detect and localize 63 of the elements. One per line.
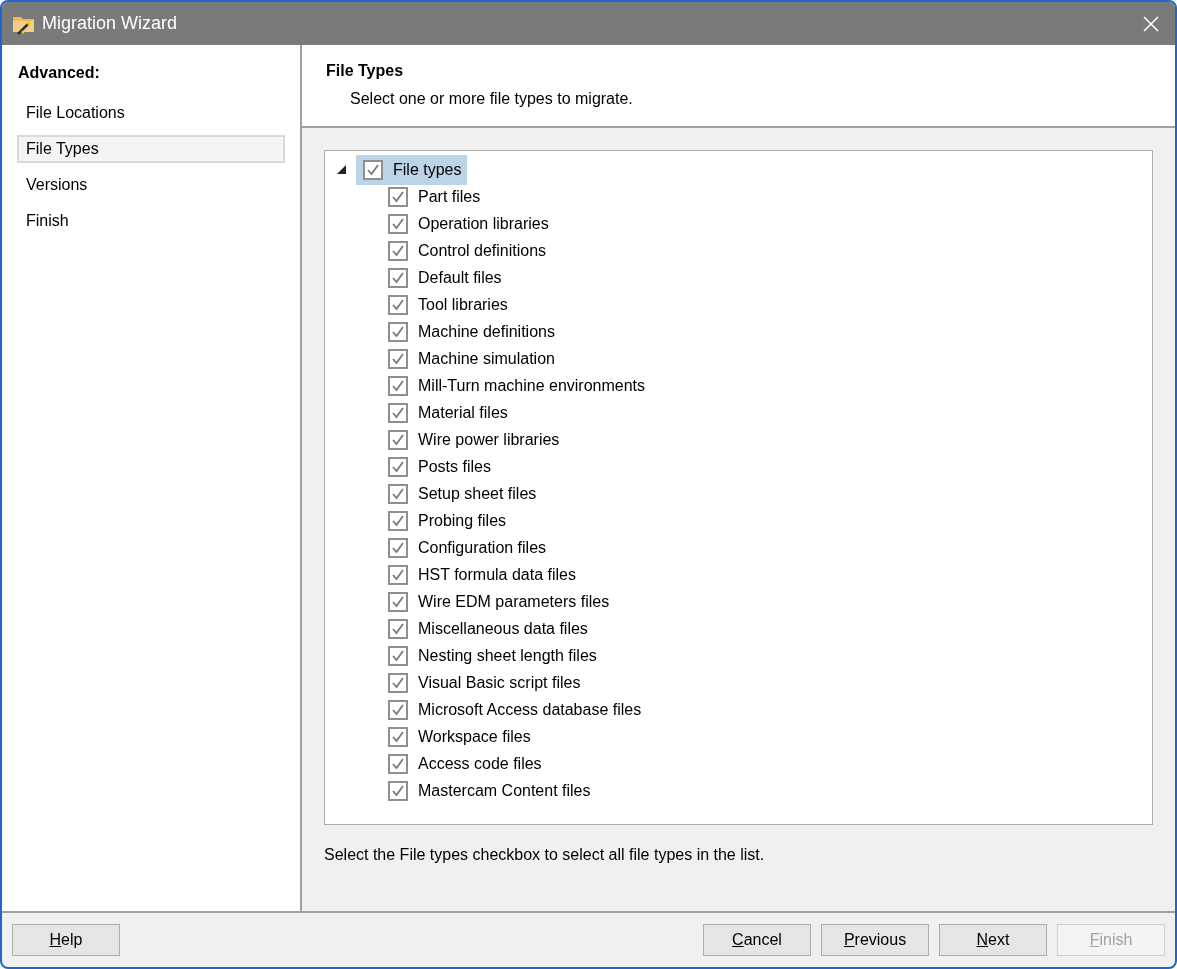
sidebar-item[interactable]: Versions xyxy=(17,171,285,199)
tree-item-label[interactable]: Mastercam Content files xyxy=(418,778,591,803)
checkbox[interactable] xyxy=(388,213,408,234)
dialog-button[interactable]: Next xyxy=(939,924,1047,956)
tree-item-label[interactable]: Part files xyxy=(418,184,481,209)
tree-item-label[interactable]: Workspace files xyxy=(418,724,531,749)
checkbox[interactable] xyxy=(388,726,408,747)
hint-text: Select the File types checkbox to select all file types in the list. xyxy=(324,845,766,865)
checkbox[interactable] xyxy=(388,375,408,396)
tree-item-label[interactable]: Tool libraries xyxy=(418,292,508,317)
checkbox[interactable] xyxy=(388,267,408,288)
tree-item-label[interactable]: Probing files xyxy=(418,508,507,533)
tree-item-label[interactable]: Default files xyxy=(418,265,502,290)
dialog-button[interactable]: Cancel xyxy=(703,924,811,956)
tree-item-label[interactable]: Configuration files xyxy=(418,535,547,560)
tree-item-label[interactable]: Access code files xyxy=(418,751,542,776)
checkbox[interactable] xyxy=(388,321,408,342)
checkbox[interactable] xyxy=(363,159,383,180)
tree-item-label[interactable]: Visual Basic script files xyxy=(418,670,581,695)
tree-item-label[interactable]: Nesting sheet length files xyxy=(418,643,597,668)
checkbox[interactable] xyxy=(388,645,408,666)
checkbox[interactable] xyxy=(388,294,408,315)
page-subtitle: Select one or more file types to migrate. xyxy=(350,89,634,109)
tree-item-label[interactable]: Miscellaneous data files xyxy=(418,616,588,641)
tree-item-label[interactable]: Microsoft Access database files xyxy=(418,697,642,722)
window-title: Migration Wizard xyxy=(42,12,178,35)
checkbox[interactable] xyxy=(388,402,408,423)
tree-item-label[interactable]: Control definitions xyxy=(418,238,547,263)
tree-item-label[interactable]: Machine definitions xyxy=(418,319,555,344)
dialog-button[interactable]: Previous xyxy=(821,924,929,956)
close-icon[interactable] xyxy=(1143,15,1159,32)
tree-item-label[interactable]: Operation libraries xyxy=(418,211,549,236)
checkbox[interactable] xyxy=(388,699,408,720)
checkbox[interactable] xyxy=(388,537,408,558)
checkbox[interactable] xyxy=(388,753,408,774)
checkbox[interactable] xyxy=(388,240,408,261)
sidebar-item[interactable]: File Types xyxy=(17,135,285,163)
checkbox[interactable] xyxy=(388,618,408,639)
dialog-button[interactable]: Help xyxy=(12,924,120,956)
tree-item-label[interactable]: HST formula data files xyxy=(418,562,576,587)
tree-item-label[interactable]: Wire EDM parameters files xyxy=(418,589,610,614)
tree-item-label[interactable]: Machine simulation xyxy=(418,346,555,371)
tree-item-label[interactable]: Material files xyxy=(418,400,508,425)
sidebar-item[interactable]: File Locations xyxy=(17,99,285,127)
checkbox[interactable] xyxy=(388,483,408,504)
tree-root-item[interactable]: File types xyxy=(356,154,468,185)
checkbox[interactable] xyxy=(388,510,408,531)
checkbox[interactable] xyxy=(388,591,408,612)
sidebar-item[interactable]: Finish xyxy=(17,207,285,235)
tree-item-label[interactable]: Posts files xyxy=(418,454,491,479)
checkbox[interactable] xyxy=(388,780,408,801)
sidebar-heading: Advanced: xyxy=(18,63,101,83)
checkbox[interactable] xyxy=(388,348,408,369)
expander-icon[interactable] xyxy=(337,165,346,174)
checkbox[interactable] xyxy=(388,186,408,207)
tree-item-label[interactable]: Mill-Turn machine environments xyxy=(418,373,646,398)
checkbox[interactable] xyxy=(388,564,408,585)
tree-item-label[interactable]: Wire power libraries xyxy=(418,427,560,452)
checkbox[interactable] xyxy=(388,672,408,693)
checkbox[interactable] xyxy=(388,456,408,477)
checkbox[interactable] xyxy=(388,429,408,450)
tree-item-label[interactable]: Setup sheet files xyxy=(418,481,537,506)
page-title: File Types xyxy=(326,61,405,81)
